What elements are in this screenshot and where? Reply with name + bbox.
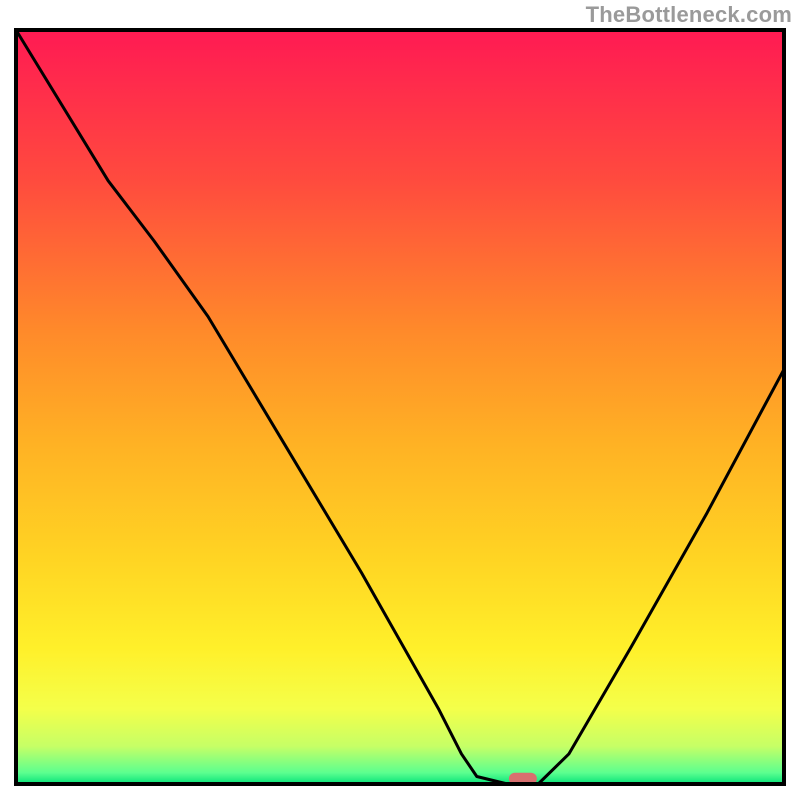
plot-area — [16, 30, 784, 785]
chart-container: TheBottleneck.com — [0, 0, 800, 800]
watermark-text: TheBottleneck.com — [586, 2, 792, 28]
gradient-background — [16, 30, 784, 784]
bottleneck-chart — [0, 0, 800, 800]
